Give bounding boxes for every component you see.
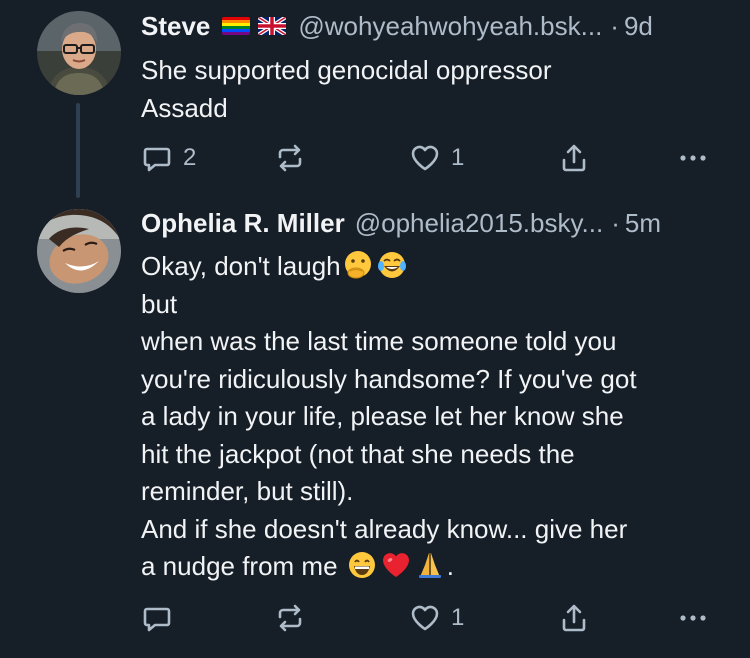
post-text: Okay, don't laugh but when was the last … (141, 248, 728, 586)
share-button[interactable] (558, 598, 590, 638)
post-header: Steve @wohyeahwohyeah.bsk... · 9d (141, 8, 728, 44)
like-count: 1 (451, 144, 465, 171)
post-header: Ophelia R. Miller @ophelia2015.bsky... ·… (141, 205, 728, 241)
separator: · (610, 11, 619, 41)
post-timestamp[interactable]: 9d (624, 8, 653, 44)
repost-icon (278, 144, 302, 172)
author-name[interactable]: Ophelia R. Miller (141, 205, 345, 241)
post-actions: 2 1 (141, 138, 721, 178)
separator: · (611, 208, 620, 238)
post-content: Ophelia R. Miller @ophelia2015.bsky... ·… (141, 205, 728, 586)
reply-count: 2 (183, 144, 197, 171)
share-icon (562, 604, 586, 632)
avatar-image (37, 209, 121, 293)
post-text-end: . (446, 551, 455, 581)
post-content: Steve @wohyeahwohyeah.bsk... · 9d She su… (141, 8, 728, 127)
repost-button[interactable] (274, 138, 316, 178)
like-count: 1 (451, 604, 465, 631)
author-handle[interactable]: @ophelia2015.bsky... (355, 205, 604, 241)
ellipsis-icon (680, 155, 706, 161)
share-button[interactable] (558, 138, 590, 178)
post-timestamp[interactable]: 5m (625, 205, 661, 241)
repost-icon (278, 604, 302, 632)
union-jack-flag-icon (258, 17, 287, 35)
post-actions: 1 (141, 598, 721, 638)
post-text-line1: Okay, don't laugh (141, 251, 341, 281)
author-flags (222, 17, 287, 35)
avatar[interactable] (37, 11, 121, 95)
reply-button[interactable]: 2 (141, 138, 196, 178)
heart-icon (411, 605, 439, 631)
face-with-hand-over-mouth-emoji (342, 249, 374, 281)
reply-button[interactable] (141, 598, 183, 638)
post-ophelia[interactable]: Ophelia R. Miller @ophelia2015.bsky... ·… (0, 196, 750, 658)
more-options-button[interactable] (677, 598, 709, 638)
rainbow-flag-icon (222, 17, 251, 35)
post-text-middle: but when was the last time someone told … (141, 288, 637, 582)
author-handle[interactable]: @wohyeahwohyeah.bsk... (298, 8, 602, 44)
folded-hands-emoji (414, 549, 446, 581)
like-button[interactable]: 1 (409, 598, 464, 638)
avatar[interactable] (37, 209, 121, 293)
author-name[interactable]: Steve (141, 8, 210, 44)
like-button[interactable]: 1 (409, 138, 464, 178)
more-options-button[interactable] (677, 138, 709, 178)
post-steve[interactable]: Steve @wohyeahwohyeah.bsk... · 9d She su… (0, 0, 750, 198)
avatar-image (37, 11, 121, 95)
thread-line (76, 103, 80, 198)
post-text: She supported genocidal oppressor Assadd (141, 55, 552, 123)
reply-icon (143, 147, 171, 172)
grinning-face-emoji (346, 549, 378, 581)
tears-of-joy-emoji (376, 249, 408, 281)
red-heart-emoji (380, 549, 412, 581)
heart-icon (411, 145, 439, 171)
repost-button[interactable] (274, 598, 316, 638)
reply-icon (143, 607, 171, 632)
share-icon (562, 144, 586, 172)
ellipsis-icon (680, 615, 706, 621)
